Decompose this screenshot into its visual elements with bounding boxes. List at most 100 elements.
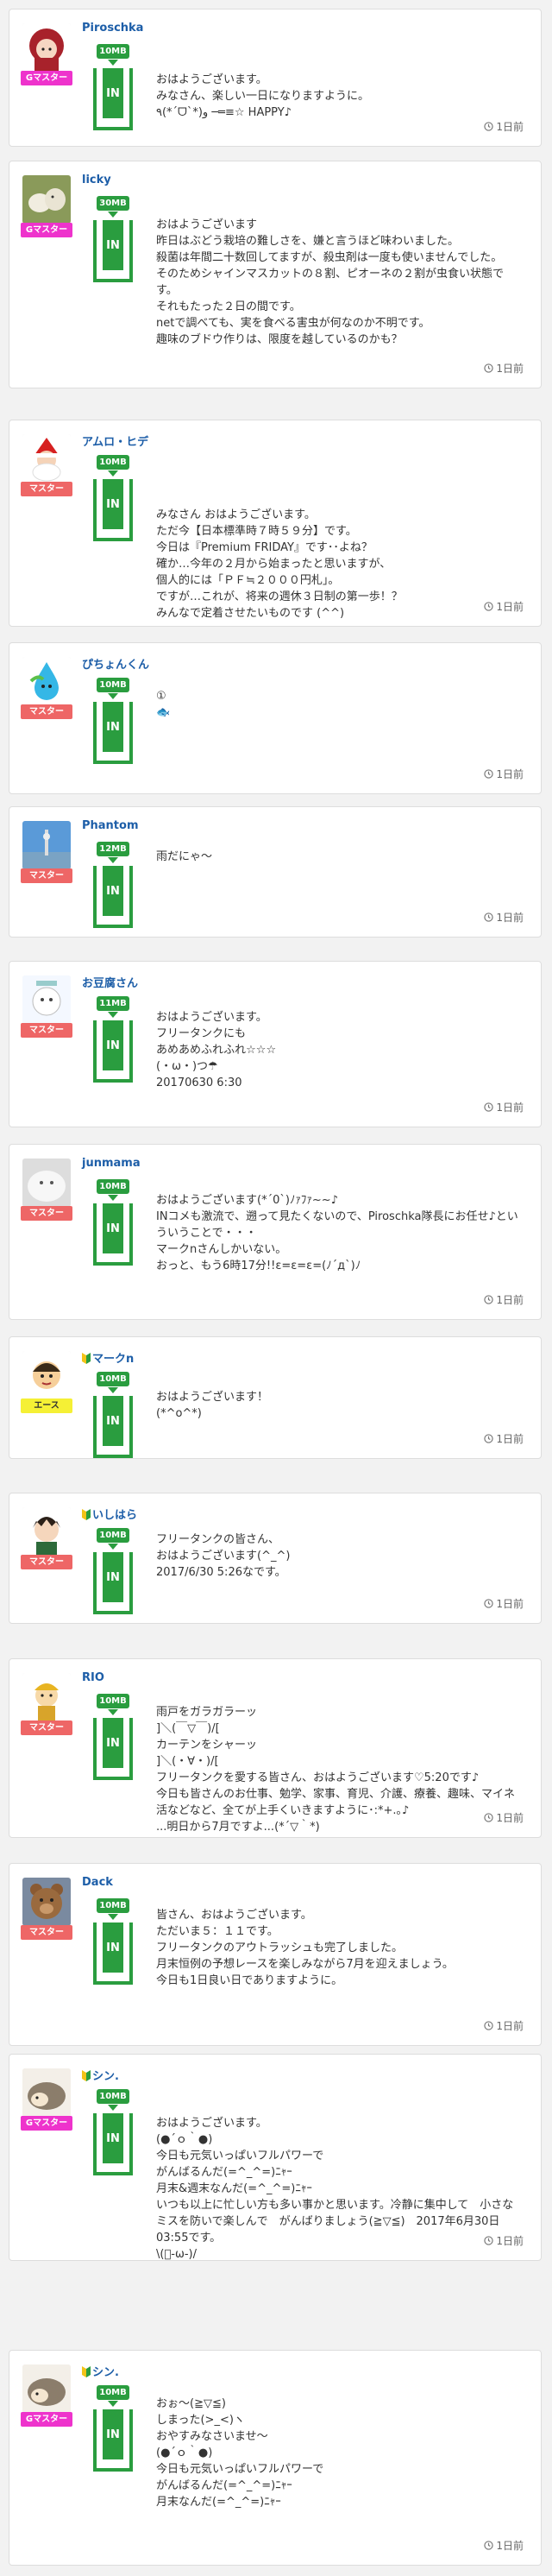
username-link[interactable]: お豆腐さん — [82, 974, 138, 990]
avatar[interactable] — [22, 23, 71, 72]
username-label: マークn — [92, 1353, 135, 1366]
username-label: Phantom — [82, 819, 139, 832]
username-link[interactable]: junmama — [82, 1157, 141, 1170]
avatar[interactable] — [22, 821, 71, 869]
down-arrow-icon — [108, 470, 118, 477]
timestamp-label: 1日前 — [496, 1294, 524, 1306]
username-link[interactable]: Phantom — [82, 819, 139, 832]
down-arrow-icon — [108, 1195, 118, 1201]
timestamp: 1日前 — [484, 910, 524, 925]
tank-in-icon: IN — [93, 1718, 133, 1780]
post-body: 雨戸をガラガラーッ ]＼(￣▽￣)/[ カーテンをシャーッ ]＼(・∀・)/[ … — [156, 1706, 516, 1834]
post-body: おはようございます。 みなさん、楽しい一日になりますように。 ٩(*ˊᗜˋ*)و… — [156, 73, 370, 119]
timestamp: 1日前 — [484, 2233, 524, 2248]
post-card: マスター ぴちょんくん 10MB IN ① 🐟 1日前 — [9, 642, 542, 794]
post-card: エース マークn 10MB IN おはようございます！ (*^o^*) 1日前 — [9, 1336, 542, 1459]
post-card: Gマスター Piroschka 10MB IN おはようございます。 みなさん、楽しい一… — [9, 9, 542, 147]
username-label: アムロ・ヒデ — [82, 436, 149, 449]
in-label: IN — [103, 68, 123, 118]
clock-icon — [484, 602, 494, 611]
down-arrow-icon — [108, 2401, 118, 2407]
role-badge: Gマスター — [21, 2116, 72, 2131]
clock-icon — [484, 1434, 494, 1443]
clock-icon — [484, 1102, 494, 1112]
username-label: RIO — [82, 1671, 104, 1684]
timestamp: 1日前 — [484, 2018, 524, 2033]
timestamp: 1日前 — [484, 599, 524, 614]
timestamp-label: 1日前 — [496, 768, 524, 780]
avatar[interactable] — [22, 1673, 71, 1721]
timestamp-label: 1日前 — [496, 1812, 524, 1824]
post-body: 雨だにゃ〜 — [156, 850, 213, 863]
avatar[interactable] — [22, 1878, 71, 1926]
username-link[interactable]: シン. — [82, 2067, 119, 2083]
clock-icon — [484, 1813, 494, 1822]
tank-in-icon: IN — [93, 68, 133, 130]
avatar[interactable] — [22, 1159, 71, 1207]
username-label: お豆腐さん — [82, 977, 139, 990]
in-label: IN — [103, 1020, 123, 1070]
username-link[interactable]: シン. — [82, 2363, 119, 2379]
username-link[interactable]: いしはら — [82, 1506, 137, 1522]
post-feed: Gマスター Piroschka 10MB IN おはようございます。 みなさん、楽しい一… — [0, 0, 552, 2576]
avatar[interactable] — [22, 2364, 71, 2413]
data-size-badge: 10MB — [97, 1898, 129, 1913]
post-card: マスター Phantom 12MB IN 雨だにゃ〜 1日前 — [9, 806, 542, 938]
clock-icon — [484, 769, 494, 779]
avatar[interactable] — [22, 1507, 71, 1556]
post-card: マスター お豆腐さん 11MB IN おはようございます。 フリータンクにも あめあめふ… — [9, 961, 542, 1127]
tank-in-icon: IN — [93, 2409, 133, 2472]
tank-in-icon: IN — [93, 1020, 133, 1083]
clock-icon — [484, 1599, 494, 1608]
beginner-mark-icon — [82, 2070, 91, 2081]
timestamp-label: 1日前 — [496, 912, 524, 924]
in-label: IN — [103, 1552, 123, 1602]
avatar[interactable] — [22, 975, 71, 1024]
data-size-badge: 11MB — [97, 996, 129, 1011]
clock-icon — [484, 363, 494, 373]
post-card: マスター RIO 10MB IN 雨戸をガラガラーッ ]＼(￣▽￣)/[ カーテンをシャ… — [9, 1658, 542, 1838]
role-badge: マスター — [21, 1023, 72, 1038]
role-badge: マスター — [21, 482, 72, 496]
data-size-badge: 12MB — [97, 842, 129, 856]
post-body: フリータンクの皆さん、 おはようございます(^_^) 2017/6/30 5:2… — [156, 1533, 291, 1579]
timestamp-label: 1日前 — [496, 2540, 524, 2552]
avatar[interactable] — [22, 434, 71, 483]
username-link[interactable]: licky — [82, 174, 111, 186]
avatar[interactable] — [22, 175, 71, 224]
avatar[interactable] — [22, 2068, 71, 2117]
timestamp: 1日前 — [484, 1810, 524, 1825]
username-link[interactable]: アムロ・ヒデ — [82, 432, 148, 449]
role-badge: マスター — [21, 1925, 72, 1940]
role-badge: Gマスター — [21, 2412, 72, 2427]
post-body: ① 🐟 — [156, 690, 171, 719]
username-link[interactable]: ぴちょんくん — [82, 655, 149, 672]
timestamp-label: 1日前 — [496, 363, 524, 375]
username-link[interactable]: Piroschka — [82, 22, 143, 35]
username-label: いしはら — [92, 1509, 138, 1522]
timestamp-label: 1日前 — [496, 2020, 524, 2032]
data-size-badge: 10MB — [97, 455, 129, 470]
tank-in-icon: IN — [93, 866, 133, 928]
username-label: Piroschka — [82, 22, 144, 35]
down-arrow-icon — [108, 693, 118, 699]
timestamp: 1日前 — [484, 119, 524, 134]
timestamp: 1日前 — [484, 1292, 524, 1307]
tank-in-icon: IN — [93, 1552, 133, 1614]
username-link[interactable]: RIO — [82, 1671, 104, 1684]
in-label: IN — [103, 1718, 123, 1768]
role-badge: Gマスター — [21, 71, 72, 85]
avatar[interactable] — [22, 657, 71, 705]
down-arrow-icon — [108, 1709, 118, 1715]
username-label: シン. — [92, 2366, 119, 2379]
post-body: おはようございます(*´0`)ﾉｧﾌｧ~~♪ INコメも激流で、遡って見たくない… — [156, 1194, 518, 1272]
username-label: ぴちょんくん — [82, 659, 150, 672]
clock-icon — [484, 2021, 494, 2030]
tank-in-icon: IN — [93, 702, 133, 764]
username-link[interactable]: Dack — [82, 1876, 113, 1889]
username-link[interactable]: マークn — [82, 1349, 134, 1366]
timestamp-label: 1日前 — [496, 2235, 524, 2247]
avatar[interactable] — [22, 1351, 71, 1399]
role-badge: マスター — [21, 1555, 72, 1569]
timestamp: 1日前 — [484, 1431, 524, 1446]
